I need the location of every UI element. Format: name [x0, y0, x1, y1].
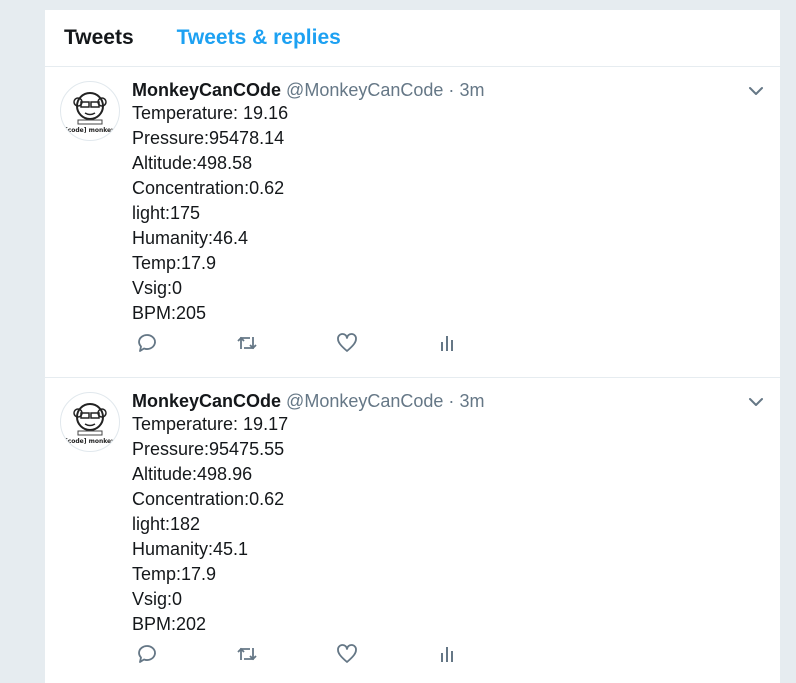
tweet-line: Temp:17.9 — [132, 253, 217, 273]
chevron-down-icon[interactable] — [748, 83, 764, 99]
tweet-line: Altitude:498.58 — [132, 153, 253, 173]
tweet-line: Temperature: 19.16 — [132, 103, 289, 123]
reply-icon — [138, 334, 156, 352]
monkey-logo-icon: [code] monkey — [65, 403, 115, 445]
tweet[interactable]: [code] monkey MonkeyCanCOde @MonkeyCanCo… — [45, 378, 780, 683]
separator: · — [448, 391, 455, 411]
like-button[interactable] — [335, 331, 435, 355]
tweet-content: MonkeyCanCOde @MonkeyCanCode · 3m Temper… — [132, 79, 760, 326]
tweet-header: MonkeyCanCOde @MonkeyCanCode · 3m — [132, 390, 760, 412]
retweet-button[interactable] — [235, 642, 335, 666]
tweet[interactable]: [code] monkey MonkeyCanCOde @MonkeyCanCo… — [45, 67, 780, 378]
reply-icon — [138, 645, 156, 663]
retweet-icon — [237, 336, 257, 350]
tweet-line: Humanity:46.4 — [132, 228, 249, 248]
avatar-text: [code] monkey — [65, 438, 115, 445]
monkey-logo-icon: [code] monkey — [65, 92, 115, 134]
tweet-actions — [135, 331, 535, 355]
analytics-button[interactable] — [435, 642, 535, 666]
profile-tabs: Tweets Tweets & replies — [45, 10, 780, 67]
tweet-timestamp[interactable]: 3m — [459, 80, 484, 100]
author-handle[interactable]: @MonkeyCanCode — [286, 391, 443, 411]
author-name[interactable]: MonkeyCanCOde — [132, 391, 281, 411]
tweet-line: Temperature: 19.17 — [132, 414, 289, 434]
analytics-button[interactable] — [435, 331, 535, 355]
tweet-line: Temp:17.9 — [132, 564, 217, 584]
tweet-line: Concentration:0.62 — [132, 489, 285, 509]
tweet-line: BPM:202 — [132, 614, 207, 634]
separator: · — [448, 80, 455, 100]
tab-tweets-and-replies[interactable]: Tweets & replies — [177, 26, 341, 50]
like-button[interactable] — [335, 642, 435, 666]
tweet-line: Pressure:95478.14 — [132, 128, 285, 148]
tweet-text: Temperature: 19.16 Pressure:95478.14 Alt… — [132, 101, 760, 326]
reply-button[interactable] — [135, 642, 235, 666]
chevron-down-icon[interactable] — [748, 394, 764, 410]
tweet-line: Vsig:0 — [132, 278, 183, 298]
retweet-button[interactable] — [235, 331, 335, 355]
tweet-line: Humanity:45.1 — [132, 539, 249, 559]
tweet-header: MonkeyCanCOde @MonkeyCanCode · 3m — [132, 79, 760, 101]
tweet-timestamp[interactable]: 3m — [459, 391, 484, 411]
avatar[interactable]: [code] monkey — [60, 392, 120, 452]
timeline: Tweets Tweets & replies [code] monkey Mo… — [45, 10, 780, 683]
tweet-line: Pressure:95475.55 — [132, 439, 285, 459]
analytics-icon — [441, 336, 453, 351]
tweet-actions — [135, 642, 535, 666]
author-name[interactable]: MonkeyCanCOde — [132, 80, 281, 100]
tweet-line: BPM:205 — [132, 303, 207, 323]
tweet-content: MonkeyCanCOde @MonkeyCanCode · 3m Temper… — [132, 390, 760, 637]
tab-tweets[interactable]: Tweets — [64, 26, 134, 50]
avatar-text: [code] monkey — [65, 127, 115, 134]
heart-icon — [337, 333, 357, 352]
avatar[interactable]: [code] monkey — [60, 81, 120, 141]
tweet-line: light:175 — [132, 203, 201, 223]
heart-icon — [337, 644, 357, 663]
tweet-line: light:182 — [132, 514, 201, 534]
tweet-line: Altitude:498.96 — [132, 464, 253, 484]
tweet-line: Concentration:0.62 — [132, 178, 285, 198]
tweet-text: Temperature: 19.17 Pressure:95475.55 Alt… — [132, 412, 760, 637]
tweet-line: Vsig:0 — [132, 589, 183, 609]
retweet-icon — [237, 647, 257, 661]
author-handle[interactable]: @MonkeyCanCode — [286, 80, 443, 100]
reply-button[interactable] — [135, 331, 235, 355]
analytics-icon — [441, 647, 453, 662]
